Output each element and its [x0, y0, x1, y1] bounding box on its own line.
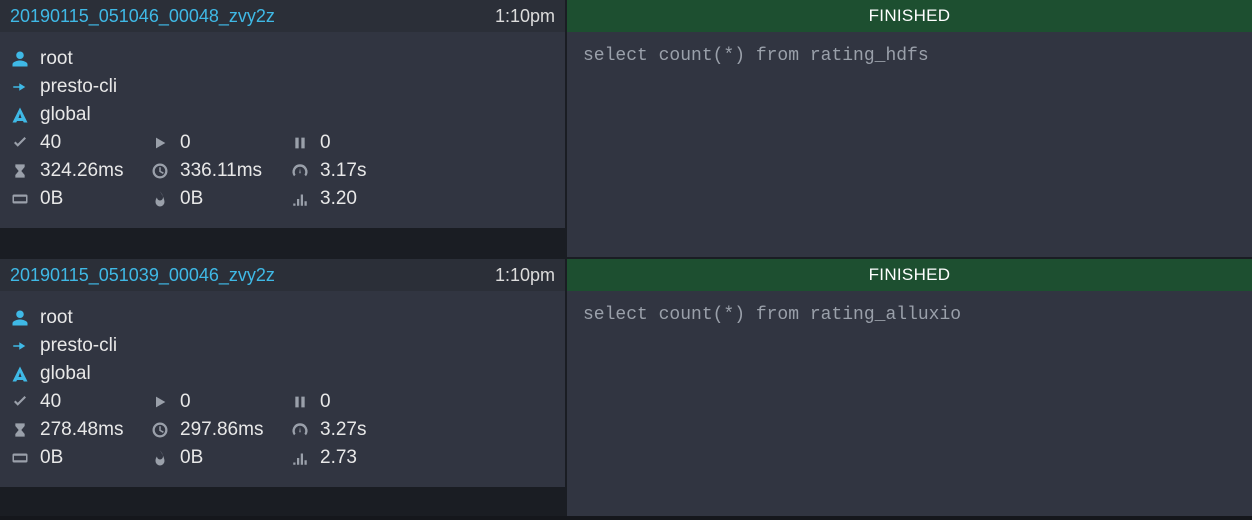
running-value: 0: [180, 391, 191, 413]
query-id-link[interactable]: 20190115_051039_00046_zvy2z: [10, 265, 275, 286]
clock-icon: [150, 161, 170, 181]
completed-value: 40: [40, 391, 61, 413]
sql-text: select count(*) from rating_alluxio: [583, 305, 1236, 325]
play-icon: [150, 133, 170, 153]
elapsed-value: 3.17s: [320, 160, 366, 182]
bars-icon: [290, 448, 310, 468]
completed-value: 40: [40, 132, 61, 154]
status-label: FINISHED: [869, 265, 951, 285]
query-header: 20190115_051039_00046_zvy2z 1:10pm: [0, 259, 565, 291]
scale-icon: [10, 189, 30, 209]
hourglass-icon: [10, 161, 30, 181]
bars-icon: [290, 189, 310, 209]
resource-icon: [10, 364, 30, 384]
parallelism-value: 2.73: [320, 447, 357, 469]
bottom-edge: [0, 516, 1252, 520]
fire-icon: [150, 448, 170, 468]
wall-value: 336.11ms: [180, 160, 262, 182]
wall-value: 297.86ms: [180, 419, 263, 441]
query-details: root presto-cli global: [0, 291, 565, 487]
query-details: root presto-cli global: [0, 32, 565, 228]
source-value: presto-cli: [40, 76, 117, 98]
query-left-column: 20190115_051046_00048_zvy2z 1:10pm root …: [0, 0, 565, 257]
check-icon: [10, 392, 30, 412]
sql-text: select count(*) from rating_hdfs: [583, 46, 1236, 66]
status-label: FINISHED: [869, 6, 951, 26]
query-list: 20190115_051046_00048_zvy2z 1:10pm root …: [0, 0, 1252, 516]
query-right-column: FINISHED select count(*) from rating_hdf…: [567, 0, 1252, 257]
source-icon: [10, 77, 30, 97]
status-bar: FINISHED: [567, 0, 1252, 32]
elapsed-value: 3.27s: [320, 419, 366, 441]
status-bar: FINISHED: [567, 259, 1252, 291]
peakmem-value: 0B: [180, 188, 203, 210]
query-right-column: FINISHED select count(*) from rating_all…: [567, 259, 1252, 516]
cpu-value: 324.26ms: [40, 160, 123, 182]
source-icon: [10, 336, 30, 356]
query-row: 20190115_051039_00046_zvy2z 1:10pm root …: [0, 259, 1252, 516]
cpu-value: 278.48ms: [40, 419, 123, 441]
hourglass-icon: [10, 420, 30, 440]
pause-icon: [290, 392, 310, 412]
check-icon: [10, 133, 30, 153]
sql-pane[interactable]: select count(*) from rating_hdfs: [567, 32, 1252, 257]
query-left-column: 20190115_051039_00046_zvy2z 1:10pm root …: [0, 259, 565, 516]
query-time: 1:10pm: [495, 6, 555, 27]
play-icon: [150, 392, 170, 412]
query-row: 20190115_051046_00048_zvy2z 1:10pm root …: [0, 0, 1252, 257]
resource-icon: [10, 105, 30, 125]
query-id-link[interactable]: 20190115_051046_00048_zvy2z: [10, 6, 275, 27]
user-value: root: [40, 48, 73, 70]
pause-icon: [290, 133, 310, 153]
user-value: root: [40, 307, 73, 329]
user-icon: [10, 308, 30, 328]
input-value: 0B: [40, 447, 63, 469]
peakmem-value: 0B: [180, 447, 203, 469]
resource-value: global: [40, 104, 91, 126]
query-time: 1:10pm: [495, 265, 555, 286]
resource-value: global: [40, 363, 91, 385]
sql-pane[interactable]: select count(*) from rating_alluxio: [567, 291, 1252, 516]
user-icon: [10, 49, 30, 69]
input-value: 0B: [40, 188, 63, 210]
query-header: 20190115_051046_00048_zvy2z 1:10pm: [0, 0, 565, 32]
gauge-icon: [290, 161, 310, 181]
source-value: presto-cli: [40, 335, 117, 357]
queued-value: 0: [320, 132, 331, 154]
running-value: 0: [180, 132, 191, 154]
fire-icon: [150, 189, 170, 209]
clock-icon: [150, 420, 170, 440]
scale-icon: [10, 448, 30, 468]
queued-value: 0: [320, 391, 331, 413]
gauge-icon: [290, 420, 310, 440]
parallelism-value: 3.20: [320, 188, 357, 210]
